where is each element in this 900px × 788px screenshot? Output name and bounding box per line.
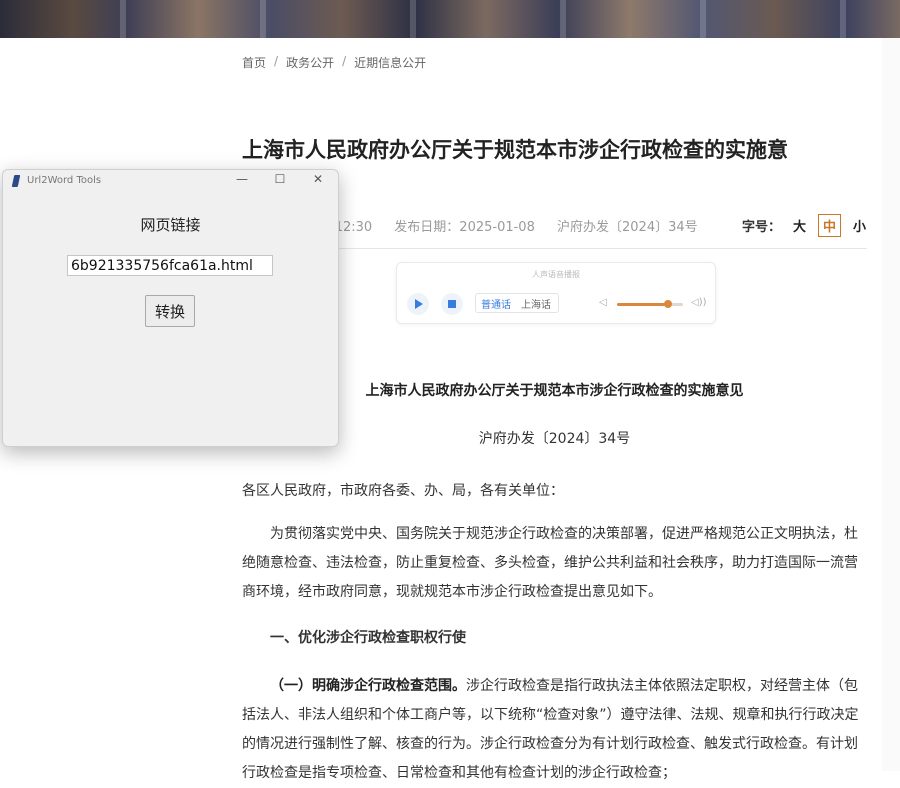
document-salutation: 各区人民政府，市政府各委、办、局，各有关单位： [242,483,564,499]
document-intro-paragraph: 为贯彻落实党中央、国务院关于规范涉企行政检查的决策部署，促进严格规范公正文明执法… [242,526,858,600]
volume-high-icon: ◁)) [691,297,707,308]
breadcrumb-separator: / [342,54,347,68]
url-label: 网页链接 [140,216,201,234]
url2word-tool-window: Url2Word Tools — ☐ ✕ 网页链接 转换 [2,169,339,447]
stop-icon [448,300,456,308]
volume-low-icon: ◁ [599,297,607,308]
page-title: 上海市人民政府办公厅关于规范本市涉企行政检查的实施意 [242,138,788,162]
breadcrumb: 首页 / 政务公开 / 近期信息公开 [242,54,426,71]
font-size-medium[interactable]: 中 [818,214,842,237]
document-section-heading: 一、优化涉企行政检查职权行使 [270,630,466,646]
minimize-button[interactable]: — [229,172,255,186]
volume-slider-fill [617,303,669,306]
close-button[interactable]: ✕ [305,172,331,186]
subsection-heading: （一）明确涉企行政检查范围。 [270,678,466,694]
voice-shanghainese[interactable]: 上海话 [521,296,551,311]
volume-slider[interactable] [617,300,683,308]
page-scrollbar[interactable] [882,38,900,771]
convert-button[interactable]: 转换 [145,295,195,327]
voice-mandarin[interactable]: 普通话 [481,296,511,311]
meta-doc-number: 沪府办发〔2024〕34号 [557,220,698,235]
window-titlebar[interactable]: Url2Word Tools — ☐ ✕ [3,170,338,194]
breadcrumb-home[interactable]: 首页 [242,54,266,71]
window-title: Url2Word Tools [27,175,102,186]
play-button[interactable] [407,293,429,315]
player-hint: 人声语音播报 [532,270,580,279]
play-icon [415,299,423,309]
font-size-small[interactable]: 小 [853,216,866,235]
article-meta: -12:30 发布日期：2025-01-08 沪府办发〔2024〕34号 [330,216,716,235]
header-banner-image [0,0,900,38]
stop-button[interactable] [441,293,463,315]
breadcrumb-recent-info[interactable]: 近期信息公开 [354,54,426,71]
maximize-button[interactable]: ☐ [267,172,293,186]
font-size-label: 字号： [742,220,782,235]
meta-publish-date: 发布日期：2025-01-08 [394,220,535,235]
font-size-selector: 字号： 大 中 小 [742,214,866,237]
audio-player: 人声语音播报 普通话 上海话 ◁ ◁)) [396,262,716,324]
font-size-large[interactable]: 大 [793,216,806,235]
url-input[interactable] [67,255,273,276]
breadcrumb-separator: / [274,54,279,68]
volume-slider-knob[interactable] [664,300,673,308]
breadcrumb-gov-affairs[interactable]: 政务公开 [286,54,334,71]
app-feather-icon [11,175,21,187]
